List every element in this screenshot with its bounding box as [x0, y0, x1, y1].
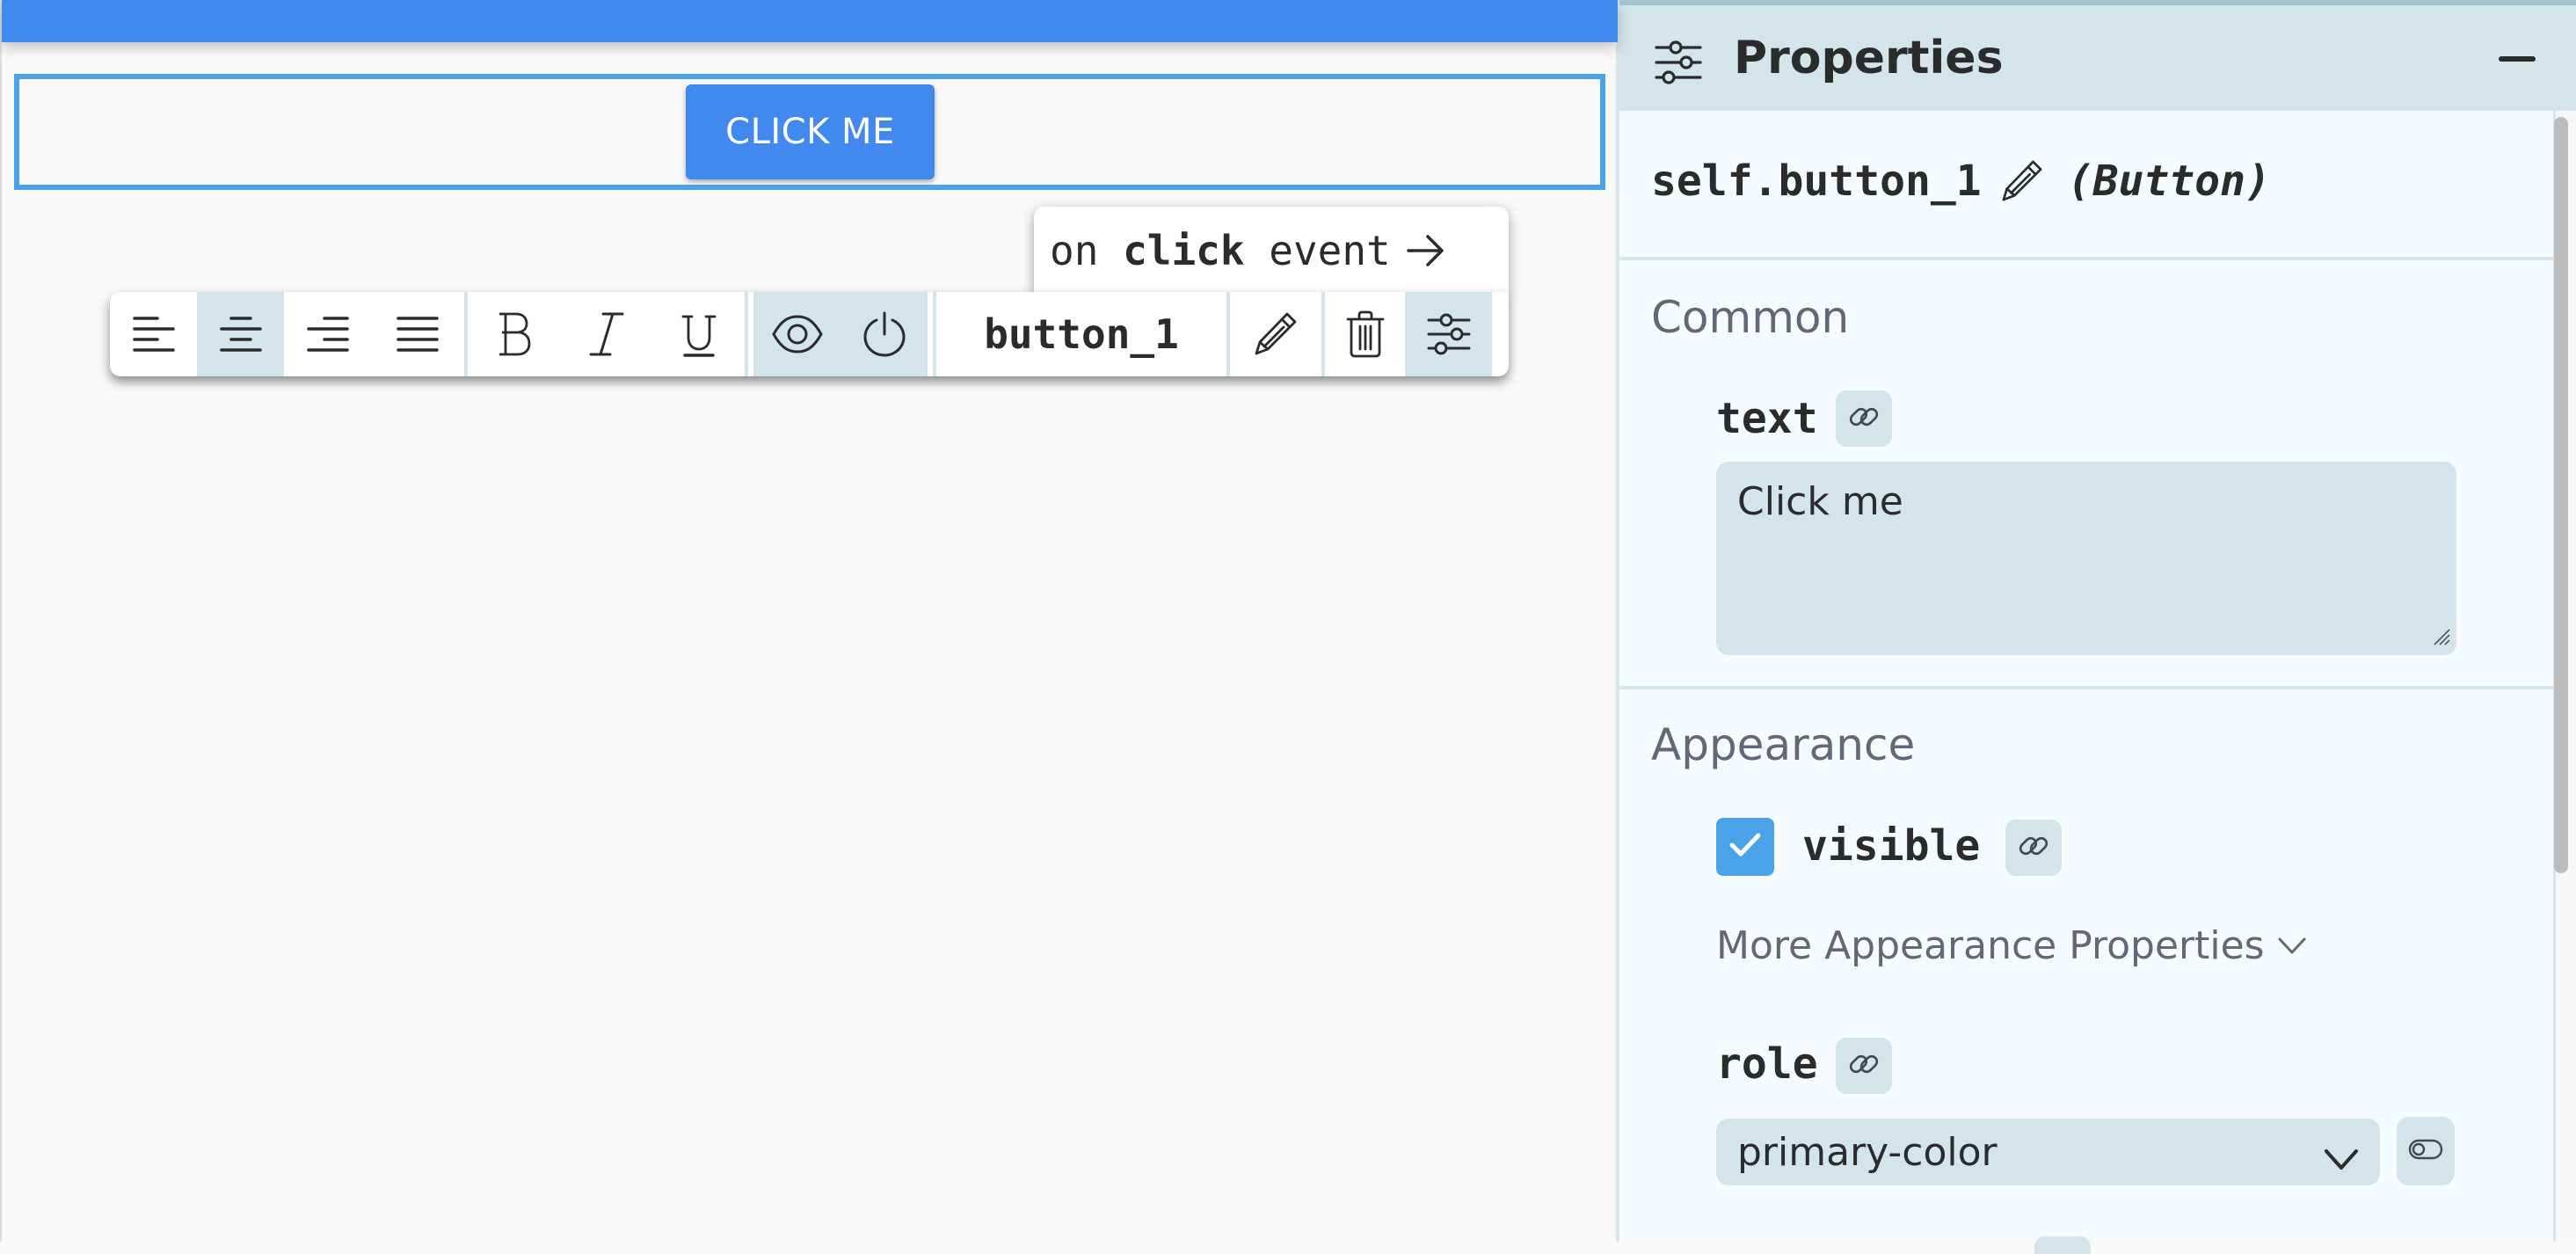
properties-panel: Properties self.button_1 (Button) Common…: [1616, 0, 2576, 1254]
component-name-label[interactable]: button_1: [936, 292, 1226, 376]
italic-button[interactable]: [560, 292, 652, 376]
section-heading-appearance: Appearance: [1651, 719, 1916, 770]
toggle-icon: [2408, 1139, 2443, 1164]
bold-button[interactable]: [468, 292, 560, 376]
bold-icon: [497, 311, 532, 357]
section-divider: [1619, 257, 2553, 260]
link-icon: [1848, 401, 1880, 437]
arrow-right-icon: [1407, 233, 1445, 268]
align-right-icon: [306, 315, 349, 354]
binding-link-button-text[interactable]: [1836, 390, 1892, 447]
event-prefix: on: [1050, 227, 1099, 274]
object-title: self.button_1 (Button): [1651, 157, 2271, 206]
align-left-button[interactable]: [110, 292, 197, 376]
section-heading-common: Common: [1651, 292, 1850, 343]
panel-header: Properties: [1619, 0, 2576, 111]
underline-icon: [681, 311, 717, 357]
prop-label-text: text: [1716, 394, 1818, 443]
minus-icon[interactable]: [2499, 56, 2536, 62]
panel-body: self.button_1 (Button) Common text Click…: [1619, 111, 2553, 1254]
binding-link-button-visible[interactable]: [2005, 820, 2062, 876]
event-suffix: event: [1269, 227, 1391, 274]
align-center-button[interactable]: [197, 292, 284, 376]
align-right-button[interactable]: [284, 292, 371, 376]
more-appearance-label: More Appearance Properties: [1716, 923, 2265, 968]
prop-label-visible: visible: [1802, 821, 1981, 871]
pencil-icon[interactable]: [2001, 158, 2043, 204]
event-name: click: [1123, 227, 1245, 274]
binding-link-button-next[interactable]: [2034, 1236, 2091, 1254]
link-icon: [2018, 830, 2049, 866]
trash-icon: [1346, 310, 1385, 358]
chevron-down-icon: [2277, 937, 2307, 956]
rename-button[interactable]: [1230, 292, 1321, 376]
italic-icon: [589, 311, 624, 357]
design-canvas: CLICK ME on click event button_1: [0, 0, 1618, 1242]
event-handler-link[interactable]: on click event: [1034, 207, 1509, 295]
prop-label-role: role: [1716, 1039, 1818, 1089]
component-toolbar: button_1: [110, 292, 1509, 376]
binding-link-button-role[interactable]: [1836, 1038, 1892, 1094]
panel-title: Properties: [1734, 32, 2004, 84]
link-icon: [1848, 1048, 1880, 1084]
checkmark-icon: [1729, 832, 1761, 863]
more-appearance-toggle[interactable]: More Appearance Properties: [1716, 923, 2307, 968]
resize-handle-icon[interactable]: [2433, 628, 2450, 650]
align-justify-button[interactable]: [371, 292, 464, 376]
app-top-bar: [2, 0, 1618, 42]
pencil-icon: [1254, 311, 1298, 357]
role-select-value: primary-color: [1737, 1129, 1997, 1175]
role-select[interactable]: primary-color: [1716, 1119, 2380, 1185]
toolbar-divider: [745, 292, 748, 376]
toggle-visible-button[interactable]: [753, 292, 840, 376]
align-center-icon: [219, 315, 262, 354]
canvas-button-1[interactable]: CLICK ME: [686, 84, 935, 179]
object-type: (Button): [2067, 157, 2271, 206]
role-custom-toggle-button[interactable]: [2397, 1117, 2455, 1185]
panel-scrollbar-thumb[interactable]: [2554, 117, 2568, 873]
properties-button[interactable]: [1405, 292, 1492, 376]
eye-icon: [771, 315, 824, 354]
object-name: self.button_1: [1651, 157, 1982, 206]
underline-button[interactable]: [652, 292, 745, 376]
align-justify-icon: [397, 315, 439, 354]
sliders-icon: [1655, 40, 1702, 89]
text-input[interactable]: Click me: [1716, 462, 2456, 655]
power-icon: [862, 311, 906, 357]
chevron-down-icon: [2324, 1138, 2359, 1183]
visible-checkbox[interactable]: [1716, 818, 1774, 876]
delete-button[interactable]: [1325, 292, 1405, 376]
align-left-icon: [132, 315, 175, 354]
section-divider: [1619, 686, 2553, 689]
sliders-icon: [1427, 313, 1471, 355]
toggle-enabled-button[interactable]: [840, 292, 928, 376]
